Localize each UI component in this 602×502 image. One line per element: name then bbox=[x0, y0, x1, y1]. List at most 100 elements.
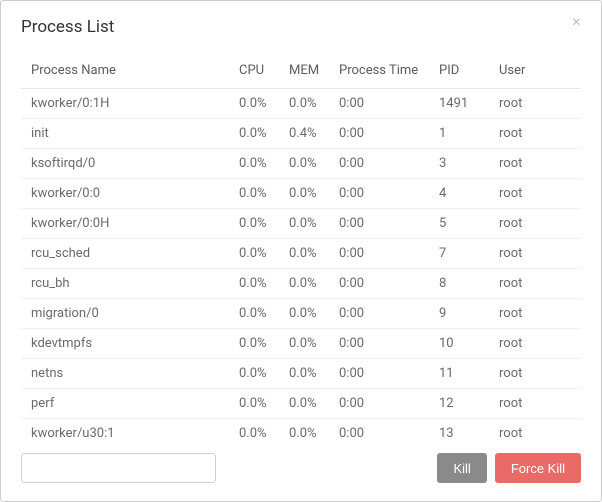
table-row[interactable]: netns0.0%0.0%0:0011root bbox=[21, 359, 581, 389]
table-row[interactable]: kworker/u30:10.0%0.0%0:0013root bbox=[21, 419, 581, 438]
cell-pid: 12 bbox=[431, 389, 491, 419]
table-row[interactable]: kdevtmpfs0.0%0.0%0:0010root bbox=[21, 329, 581, 359]
cell-pid: 1491 bbox=[431, 89, 491, 119]
cell-pid: 7 bbox=[431, 239, 491, 269]
cell-time: 0:00 bbox=[331, 359, 431, 389]
cell-cpu: 0.0% bbox=[231, 149, 281, 179]
filter-input[interactable] bbox=[21, 453, 216, 483]
cell-pid: 1 bbox=[431, 119, 491, 149]
dialog-footer: Kill Force Kill bbox=[1, 437, 601, 501]
cell-name: kworker/0:0 bbox=[21, 179, 231, 209]
cell-cpu: 0.0% bbox=[231, 119, 281, 149]
cell-user: root bbox=[491, 89, 581, 119]
cell-cpu: 0.0% bbox=[231, 209, 281, 239]
table-row[interactable]: migration/00.0%0.0%0:009root bbox=[21, 299, 581, 329]
table-header-row: Process Name CPU MEM Process Time PID Us… bbox=[21, 53, 581, 89]
col-mem[interactable]: MEM bbox=[281, 53, 331, 89]
cell-name: rcu_bh bbox=[21, 269, 231, 299]
table-row[interactable]: kworker/0:00.0%0.0%0:004root bbox=[21, 179, 581, 209]
cell-time: 0:00 bbox=[331, 149, 431, 179]
cell-pid: 11 bbox=[431, 359, 491, 389]
cell-mem: 0.0% bbox=[281, 269, 331, 299]
cell-name: kworker/u30:1 bbox=[21, 419, 231, 438]
cell-pid: 8 bbox=[431, 269, 491, 299]
col-cpu[interactable]: CPU bbox=[231, 53, 281, 89]
process-list-dialog: Process List × Process Name CPU MEM Proc… bbox=[0, 0, 602, 502]
cell-user: root bbox=[491, 119, 581, 149]
cell-time: 0:00 bbox=[331, 119, 431, 149]
cell-cpu: 0.0% bbox=[231, 389, 281, 419]
cell-mem: 0.0% bbox=[281, 419, 331, 438]
cell-pid: 4 bbox=[431, 179, 491, 209]
cell-mem: 0.0% bbox=[281, 179, 331, 209]
kill-button[interactable]: Kill bbox=[437, 453, 486, 483]
cell-mem: 0.0% bbox=[281, 359, 331, 389]
cell-name: perf bbox=[21, 389, 231, 419]
cell-time: 0:00 bbox=[331, 389, 431, 419]
cell-pid: 3 bbox=[431, 149, 491, 179]
table-row[interactable]: perf0.0%0.0%0:0012root bbox=[21, 389, 581, 419]
cell-pid: 13 bbox=[431, 419, 491, 438]
cell-user: root bbox=[491, 179, 581, 209]
table-row[interactable]: kworker/0:1H0.0%0.0%0:001491root bbox=[21, 89, 581, 119]
close-button[interactable]: × bbox=[572, 15, 581, 31]
cell-user: root bbox=[491, 359, 581, 389]
cell-user: root bbox=[491, 329, 581, 359]
cell-cpu: 0.0% bbox=[231, 269, 281, 299]
cell-name: netns bbox=[21, 359, 231, 389]
cell-time: 0:00 bbox=[331, 89, 431, 119]
cell-user: root bbox=[491, 209, 581, 239]
cell-cpu: 0.0% bbox=[231, 239, 281, 269]
cell-mem: 0.0% bbox=[281, 329, 331, 359]
cell-time: 0:00 bbox=[331, 329, 431, 359]
col-user[interactable]: User bbox=[491, 53, 581, 89]
cell-time: 0:00 bbox=[331, 179, 431, 209]
cell-cpu: 0.0% bbox=[231, 299, 281, 329]
table-row[interactable]: kworker/0:0H0.0%0.0%0:005root bbox=[21, 209, 581, 239]
cell-time: 0:00 bbox=[331, 269, 431, 299]
cell-mem: 0.0% bbox=[281, 239, 331, 269]
cell-name: ksoftirqd/0 bbox=[21, 149, 231, 179]
col-pid[interactable]: PID bbox=[431, 53, 491, 89]
close-icon: × bbox=[572, 14, 581, 31]
cell-pid: 10 bbox=[431, 329, 491, 359]
cell-time: 0:00 bbox=[331, 299, 431, 329]
cell-user: root bbox=[491, 149, 581, 179]
cell-pid: 5 bbox=[431, 209, 491, 239]
cell-mem: 0.0% bbox=[281, 389, 331, 419]
table-row[interactable]: rcu_bh0.0%0.0%0:008root bbox=[21, 269, 581, 299]
cell-pid: 9 bbox=[431, 299, 491, 329]
cell-name: rcu_sched bbox=[21, 239, 231, 269]
dialog-header: Process List × bbox=[1, 1, 601, 37]
table-row[interactable]: init0.0%0.4%0:001root bbox=[21, 119, 581, 149]
cell-mem: 0.0% bbox=[281, 89, 331, 119]
table-row[interactable]: rcu_sched0.0%0.0%0:007root bbox=[21, 239, 581, 269]
cell-name: kworker/0:0H bbox=[21, 209, 231, 239]
cell-mem: 0.0% bbox=[281, 299, 331, 329]
cell-user: root bbox=[491, 269, 581, 299]
cell-mem: 0.0% bbox=[281, 149, 331, 179]
cell-user: root bbox=[491, 419, 581, 438]
cell-time: 0:00 bbox=[331, 239, 431, 269]
cell-name: kworker/0:1H bbox=[21, 89, 231, 119]
cell-mem: 0.0% bbox=[281, 209, 331, 239]
col-time[interactable]: Process Time bbox=[331, 53, 431, 89]
cell-cpu: 0.0% bbox=[231, 179, 281, 209]
col-process-name[interactable]: Process Name bbox=[21, 53, 231, 89]
force-kill-button[interactable]: Force Kill bbox=[495, 453, 581, 483]
cell-user: root bbox=[491, 299, 581, 329]
cell-time: 0:00 bbox=[331, 419, 431, 438]
cell-time: 0:00 bbox=[331, 209, 431, 239]
dialog-title: Process List bbox=[21, 17, 114, 37]
dialog-content: Process Name CPU MEM Process Time PID Us… bbox=[1, 37, 601, 437]
cell-cpu: 0.0% bbox=[231, 329, 281, 359]
cell-user: root bbox=[491, 239, 581, 269]
cell-cpu: 0.0% bbox=[231, 89, 281, 119]
cell-name: kdevtmpfs bbox=[21, 329, 231, 359]
cell-mem: 0.4% bbox=[281, 119, 331, 149]
table-row[interactable]: ksoftirqd/00.0%0.0%0:003root bbox=[21, 149, 581, 179]
footer-actions: Kill Force Kill bbox=[437, 453, 581, 483]
process-table-scroll[interactable]: Process Name CPU MEM Process Time PID Us… bbox=[21, 53, 581, 437]
cell-cpu: 0.0% bbox=[231, 419, 281, 438]
cell-name: init bbox=[21, 119, 231, 149]
